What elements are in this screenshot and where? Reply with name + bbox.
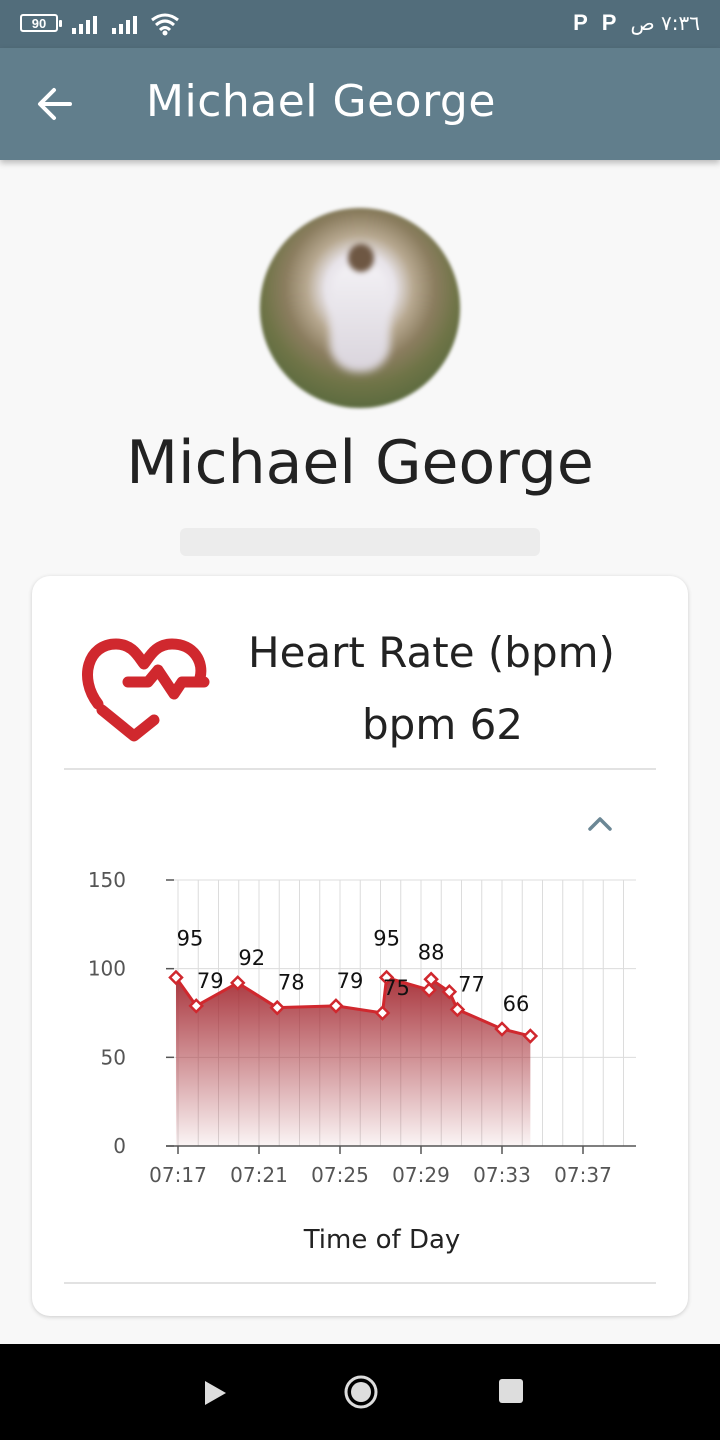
data-label: 79 bbox=[197, 969, 224, 993]
heart-rate-chart: 95 79 92 78 79 75 95 88 77 66 0 50 100 150 07:17 07:21… bbox=[88, 868, 636, 1255]
app-bar: Michael George bbox=[0, 48, 720, 160]
data-label: 77 bbox=[458, 972, 485, 996]
status-right: P P ٧:٣٦ ص bbox=[573, 10, 700, 36]
chevron-up-icon[interactable] bbox=[586, 812, 614, 834]
heart-rate-card: Heart Rate (bpm) bpm 62 95 79 92 78 79 75 95 88… bbox=[32, 576, 688, 1316]
avatar bbox=[260, 208, 460, 408]
y-tick-label: 100 bbox=[88, 957, 126, 981]
area-fill bbox=[175, 977, 531, 1146]
email-redacted bbox=[180, 528, 540, 556]
signal-icon bbox=[112, 16, 137, 34]
notification-icon: P bbox=[601, 10, 617, 35]
back-triangle-icon[interactable] bbox=[200, 1378, 230, 1408]
heart-rate-icon bbox=[82, 638, 210, 742]
home-circle-icon[interactable] bbox=[343, 1374, 379, 1410]
status-bar: 90 P P ٧:٣٦ ص bbox=[0, 0, 720, 48]
data-label: 88 bbox=[418, 940, 445, 964]
heart-rate-value: bpm 62 bbox=[362, 700, 524, 749]
x-tick-label: 07:37 bbox=[554, 1163, 612, 1187]
data-label: 75 bbox=[383, 976, 410, 1000]
data-label: 95 bbox=[177, 927, 204, 951]
profile-screen: 90 P P ٧:٣٦ ص Michael George Michael Geo… bbox=[0, 0, 720, 1440]
page-title: Michael George bbox=[146, 76, 496, 127]
system-nav-bar bbox=[0, 1344, 720, 1440]
arrow-back-icon[interactable] bbox=[28, 78, 84, 130]
x-tick-label: 07:21 bbox=[230, 1163, 288, 1187]
data-label: 66 bbox=[503, 992, 530, 1016]
y-tick-label: 50 bbox=[101, 1045, 126, 1069]
data-label: 92 bbox=[238, 946, 265, 970]
data-label: 79 bbox=[337, 969, 364, 993]
notification-icon: P bbox=[573, 10, 588, 35]
x-axis-title: Time of Day bbox=[303, 1225, 461, 1255]
x-tick-label: 07:25 bbox=[311, 1163, 369, 1187]
y-tick-label: 0 bbox=[113, 1134, 126, 1158]
x-tick-label: 07:29 bbox=[392, 1163, 450, 1187]
battery-level: 90 bbox=[31, 15, 47, 31]
status-time: ٧:٣٦ ص bbox=[630, 11, 700, 35]
y-tick-label: 150 bbox=[88, 868, 126, 892]
divider bbox=[64, 1282, 656, 1284]
heart-rate-title: Heart Rate (bpm) bbox=[248, 628, 615, 677]
data-label: 78 bbox=[278, 971, 305, 995]
recents-square-icon[interactable] bbox=[498, 1378, 524, 1404]
wifi-icon bbox=[151, 13, 179, 36]
data-label: 95 bbox=[373, 927, 400, 951]
signal-icon bbox=[72, 16, 97, 34]
profile-name: Michael George bbox=[126, 428, 594, 498]
x-tick-label: 07:33 bbox=[473, 1163, 531, 1187]
battery-indicator: 90 bbox=[20, 14, 62, 32]
x-tick-label: 07:17 bbox=[149, 1163, 207, 1187]
divider bbox=[64, 768, 656, 770]
